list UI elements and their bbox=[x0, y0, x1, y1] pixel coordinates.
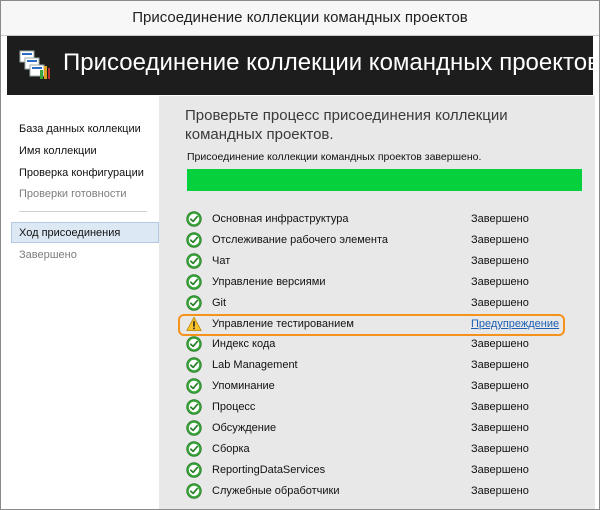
result-row: Основная инфраструктура Завершено bbox=[184, 210, 564, 230]
result-name: Служебные обработчики bbox=[212, 484, 340, 497]
result-status: Завершено bbox=[471, 422, 529, 434]
result-name: ReportingDataServices bbox=[212, 463, 326, 476]
banner-title: Присоединение коллекции командных проект… bbox=[63, 49, 600, 76]
result-name: Чат bbox=[212, 254, 231, 267]
result-status: Завершено bbox=[471, 442, 529, 455]
result-name: Управление версиями bbox=[212, 275, 326, 288]
collection-logo-icon bbox=[19, 50, 50, 79]
sidebar-item-configuration-check[interactable]: Проверка конфигурации bbox=[19, 167, 144, 179]
result-row: Сборка Завершено bbox=[184, 440, 564, 460]
result-status: Завершено bbox=[471, 254, 529, 267]
main-panel: Проверьте процесс присоединения коллекци… bbox=[159, 96, 595, 509]
title-bar: Присоединение коллекции командных проект… bbox=[1, 1, 599, 36]
result-name: Упоминание bbox=[212, 380, 275, 393]
progress-bar bbox=[187, 169, 582, 191]
check-icon bbox=[186, 273, 202, 290]
wizard-sidebar: База данных коллекции Имя коллекции Пров… bbox=[7, 96, 159, 509]
result-name: Сборка bbox=[212, 442, 250, 455]
sidebar-item-complete: Завершено bbox=[19, 249, 77, 261]
check-icon bbox=[186, 482, 202, 499]
result-status: Завершено bbox=[471, 338, 529, 351]
result-row: ReportingDataServices Завершено bbox=[184, 461, 564, 481]
check-icon bbox=[186, 462, 202, 478]
result-name: Процесс bbox=[212, 401, 256, 414]
result-status: Завершено bbox=[471, 296, 529, 309]
result-status: Завершено bbox=[471, 213, 529, 225]
result-name: Отслеживание рабочего элемента bbox=[212, 233, 389, 246]
result-status: Завершено bbox=[471, 233, 529, 246]
result-row: Git Завершено bbox=[184, 294, 564, 314]
result-row: Управление версиями Завершено bbox=[184, 273, 564, 293]
sidebar-divider bbox=[19, 211, 147, 212]
header-banner: Присоединение коллекции командных проект… bbox=[7, 36, 599, 95]
result-name: Индекс кода bbox=[212, 338, 276, 351]
result-row: Индекс кода Завершено bbox=[184, 335, 564, 355]
page-title: Проверьте процесс присоединения коллекци… bbox=[185, 107, 508, 143]
check-icon bbox=[186, 211, 202, 227]
check-icon bbox=[186, 399, 202, 415]
status-text: Присоединение коллекции командных проект… bbox=[187, 151, 482, 163]
result-status: Завершено bbox=[471, 463, 529, 476]
check-icon bbox=[186, 253, 202, 269]
check-icon bbox=[186, 441, 202, 457]
warning-highlight-outline bbox=[178, 314, 565, 336]
window-title: Присоединение коллекции командных проект… bbox=[132, 9, 468, 26]
dialog-window: Присоединение коллекции командных проект… bbox=[0, 0, 600, 510]
check-icon bbox=[186, 420, 202, 436]
result-status: Завершено bbox=[471, 380, 529, 393]
sidebar-item-collection-name[interactable]: Имя коллекции bbox=[19, 145, 97, 157]
sidebar-item-attach-progress[interactable]: Ход присоединения bbox=[19, 227, 120, 239]
result-status: Завершено bbox=[471, 401, 529, 414]
result-status: Завершено bbox=[471, 275, 529, 288]
result-row: Служебные обработчики Завершено bbox=[184, 482, 564, 502]
result-row: Lab Management Завершено bbox=[184, 356, 564, 376]
result-row: Упоминание Завершено bbox=[184, 377, 564, 397]
sidebar-item-collection-database[interactable]: База данных коллекции bbox=[19, 123, 141, 135]
result-row: Отслеживание рабочего элемента Завершено bbox=[184, 231, 564, 251]
check-icon bbox=[186, 336, 202, 353]
result-status: Завершено bbox=[471, 359, 529, 372]
result-name: Основная инфраструктура bbox=[212, 213, 349, 225]
sidebar-item-readiness-checks: Проверки готовности bbox=[19, 188, 127, 200]
result-name: Git bbox=[212, 296, 227, 309]
check-icon bbox=[186, 357, 202, 373]
check-icon bbox=[186, 294, 202, 311]
check-icon bbox=[186, 378, 202, 394]
result-name: Lab Management bbox=[212, 359, 298, 372]
check-icon bbox=[186, 232, 202, 248]
result-row: Чат Завершено bbox=[184, 252, 564, 272]
result-row: Процесс Завершено bbox=[184, 398, 564, 418]
result-name: Обсуждение bbox=[212, 422, 277, 434]
result-row: Обсуждение Завершено bbox=[184, 419, 564, 439]
result-status: Завершено bbox=[471, 484, 529, 497]
